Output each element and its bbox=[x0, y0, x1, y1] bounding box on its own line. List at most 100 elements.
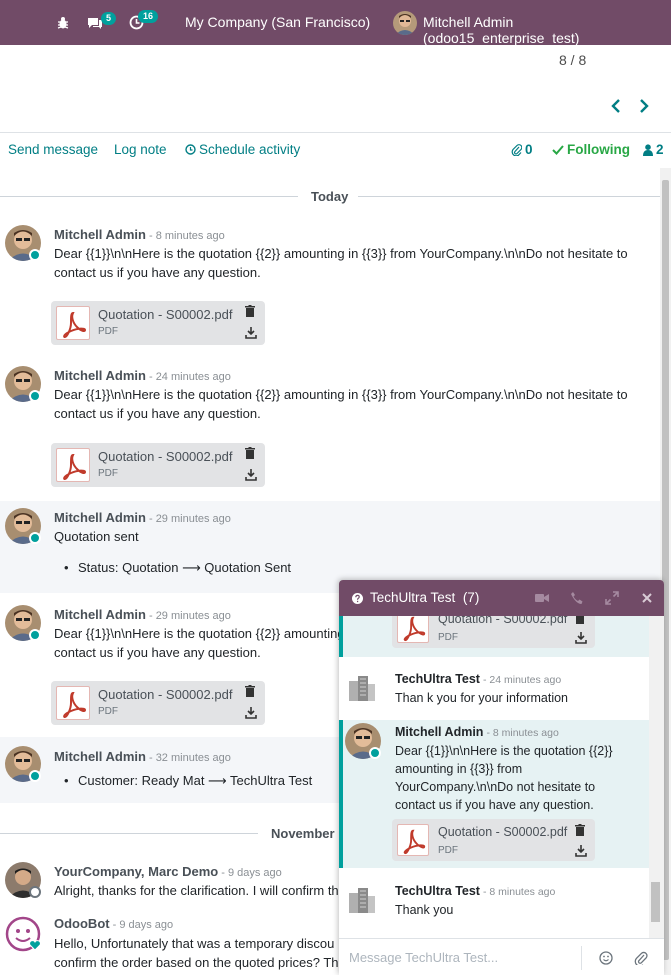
message-author[interactable]: Mitchell Admin - 24 minutes ago bbox=[54, 368, 231, 383]
user-menu[interactable]: Mitchell Admin (odoo15_enterprise_test) bbox=[423, 14, 671, 46]
date-separator-today: Today bbox=[311, 189, 349, 204]
paperclip-icon bbox=[511, 144, 522, 156]
message-author[interactable]: Mitchell Admin - 32 minutes ago bbox=[54, 749, 231, 764]
tracking-value: Status: Quotation ⟶ Quotation Sent bbox=[64, 560, 291, 576]
message-body: Dear {{1}}\n\nHere is the quotation {{2}… bbox=[54, 387, 628, 421]
avatar[interactable] bbox=[393, 11, 417, 35]
message: Mitchell Admin - 24 minutes ago Dear {{1}… bbox=[0, 359, 660, 500]
schedule-activity-label: Schedule activity bbox=[199, 142, 301, 157]
download-icon[interactable] bbox=[245, 327, 257, 339]
attachment-card[interactable]: Quotation - S00002.pdf PDF bbox=[51, 443, 265, 487]
chat-window-count: (7) bbox=[462, 590, 480, 605]
trash-icon[interactable] bbox=[575, 824, 585, 836]
message: Mitchell Admin - 8 minutes ago Dear {{1}}… bbox=[0, 218, 660, 358]
chat-message: Mitchell Admin - 8 minutes ago Dear {{1}}… bbox=[339, 720, 649, 868]
send-message-button[interactable]: Send message bbox=[8, 142, 98, 157]
top-navbar: 5 16 My Company (San Francisco) Mitchell… bbox=[0, 0, 671, 46]
chat-message: TechUltra Test - 24 minutes ago Than k yo… bbox=[339, 657, 649, 720]
chat-message-author[interactable]: Mitchell Admin - 8 minutes ago bbox=[395, 725, 559, 739]
pdf-icon bbox=[397, 824, 429, 856]
chat-message-author[interactable]: TechUltra Test - 24 minutes ago bbox=[395, 672, 561, 686]
message-date: - 9 days ago bbox=[112, 919, 174, 931]
attachment-card[interactable]: Quotation - S00002.pdf PDF bbox=[51, 301, 265, 345]
paperclip-icon[interactable] bbox=[634, 951, 648, 965]
followers-count: 2 bbox=[656, 142, 664, 157]
heart-icon bbox=[29, 940, 41, 951]
trash-icon[interactable] bbox=[245, 685, 255, 697]
activities-badge: 16 bbox=[138, 10, 159, 23]
message-date: - 29 minutes ago bbox=[148, 513, 231, 525]
chat-message-author[interactable]: TechUltra Test - 8 minutes ago bbox=[395, 884, 555, 898]
bug-icon[interactable] bbox=[56, 0, 70, 45]
message-body: Quotation sent bbox=[54, 529, 139, 544]
online-status-icon bbox=[369, 747, 381, 759]
chat-composer: Message TechUltra Test... bbox=[339, 938, 664, 975]
chat-message-body-line: Dear {{1}}\n\nHere is the quotation {{2}… bbox=[395, 744, 613, 758]
chat-message-date: - 8 minutes ago bbox=[482, 886, 556, 898]
download-icon[interactable] bbox=[575, 632, 587, 644]
pdf-icon bbox=[56, 448, 90, 482]
expand-icon[interactable] bbox=[605, 591, 619, 605]
following-label: Following bbox=[567, 142, 630, 157]
chat-scrollbar-thumb[interactable] bbox=[651, 882, 660, 922]
attachment-card[interactable]: Quotation - S00002.pdf PDF bbox=[392, 616, 595, 648]
pager-previous-button[interactable] bbox=[609, 98, 625, 114]
followers-button[interactable]: 2 bbox=[643, 142, 664, 157]
company-switcher[interactable]: My Company (San Francisco) bbox=[185, 14, 370, 30]
attachment-ext: PDF bbox=[98, 326, 118, 337]
chat-message: Quotation - S00002.pdf PDF bbox=[339, 616, 649, 657]
attachments-count: 0 bbox=[525, 142, 533, 157]
attachment-ext: PDF bbox=[98, 468, 118, 479]
date-separator-november: November 1 bbox=[271, 826, 346, 841]
download-icon[interactable] bbox=[245, 707, 257, 719]
attachment-ext: PDF bbox=[438, 845, 458, 856]
attachment-name: Quotation - S00002.pdf bbox=[438, 616, 568, 626]
trash-icon[interactable] bbox=[245, 447, 255, 459]
online-status-icon bbox=[29, 770, 41, 782]
pdf-icon bbox=[56, 686, 90, 720]
messages-badge: 5 bbox=[101, 12, 117, 25]
message-author[interactable]: Mitchell Admin - 29 minutes ago bbox=[54, 607, 231, 622]
company-avatar[interactable] bbox=[344, 671, 380, 707]
trash-icon[interactable] bbox=[245, 305, 255, 317]
phone-icon[interactable] bbox=[570, 591, 584, 605]
online-status-icon bbox=[29, 249, 41, 261]
message-author[interactable]: YourCompany, Marc Demo - 9 days ago bbox=[54, 864, 282, 879]
pager-next-button[interactable] bbox=[637, 98, 653, 114]
clock-icon bbox=[185, 144, 196, 155]
chat-message-input[interactable]: Message TechUltra Test... bbox=[349, 950, 498, 965]
question-circle-icon bbox=[352, 593, 363, 604]
attachment-card[interactable]: Quotation - S00002.pdf PDF bbox=[51, 681, 265, 725]
attachment-name: Quotation - S00002.pdf bbox=[98, 449, 233, 464]
separator-line bbox=[0, 833, 258, 834]
trash-icon[interactable] bbox=[575, 616, 585, 624]
attachment-name: Quotation - S00002.pdf bbox=[438, 825, 568, 839]
attachments-button[interactable]: 0 bbox=[511, 142, 533, 157]
close-icon[interactable] bbox=[640, 591, 654, 605]
offline-status-icon bbox=[29, 886, 41, 898]
chat-message-body-line: YourCompany.\n\nDo not hesitate to bbox=[395, 780, 596, 794]
online-status-icon bbox=[29, 629, 41, 641]
chat-window: TechUltra Test (7) Quotation - S00002.pd… bbox=[339, 580, 664, 975]
chat-window-header[interactable]: TechUltra Test (7) bbox=[339, 580, 664, 616]
download-icon[interactable] bbox=[575, 845, 587, 857]
chat-message-body: Than k you for your information bbox=[395, 691, 568, 705]
video-camera-icon[interactable] bbox=[535, 591, 549, 605]
log-note-button[interactable]: Log note bbox=[114, 142, 167, 157]
download-icon[interactable] bbox=[245, 469, 257, 481]
message-date: - 8 minutes ago bbox=[148, 230, 225, 242]
following-button[interactable]: Following bbox=[552, 142, 630, 157]
user-icon bbox=[643, 143, 653, 156]
emoji-icon[interactable] bbox=[599, 951, 613, 965]
message-date: - 32 minutes ago bbox=[148, 752, 231, 764]
chat-window-thread: Quotation - S00002.pdf PDF TechUltra Tes… bbox=[339, 616, 649, 938]
message-author[interactable]: OdooBot - 9 days ago bbox=[54, 916, 173, 931]
chat-icon[interactable] bbox=[87, 0, 103, 45]
message-date: - 24 minutes ago bbox=[148, 371, 231, 383]
schedule-activity-button[interactable]: Schedule activity bbox=[185, 142, 300, 157]
message-author[interactable]: Mitchell Admin - 8 minutes ago bbox=[54, 227, 225, 242]
attachment-card[interactable]: Quotation - S00002.pdf PDF bbox=[392, 819, 595, 861]
company-avatar[interactable] bbox=[344, 883, 380, 919]
message-author[interactable]: Mitchell Admin - 29 minutes ago bbox=[54, 510, 231, 525]
pager-value[interactable]: 8 / 8 bbox=[559, 52, 586, 68]
